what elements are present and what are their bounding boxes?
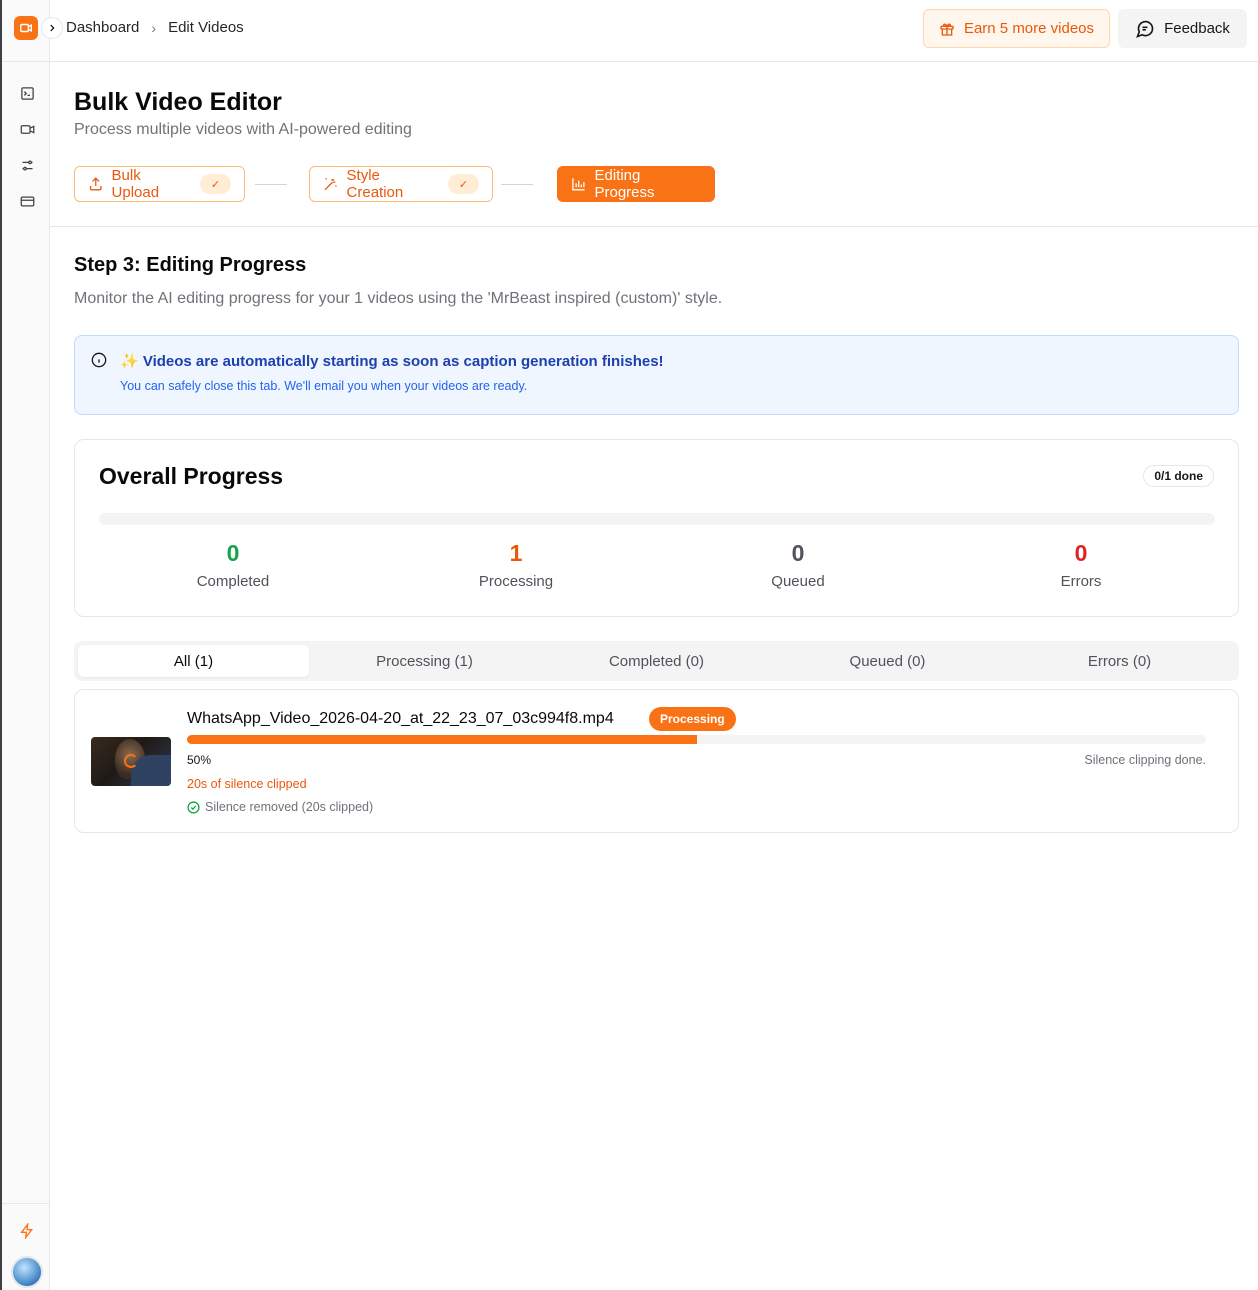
step-bulk-upload[interactable]: Bulk Upload ✓ [74, 166, 245, 202]
rail-divider [2, 61, 50, 62]
feedback-button[interactable]: Feedback [1118, 9, 1247, 48]
info-icon [91, 352, 107, 368]
stat-queued: 0 Queued [698, 540, 898, 590]
status-badge: Processing [649, 707, 736, 731]
app-logo-icon[interactable] [14, 16, 38, 40]
gift-icon [940, 22, 954, 36]
info-alert: ✨ Videos are automatically starting as s… [74, 335, 1239, 415]
stat-processing: 1 Processing [416, 540, 616, 590]
video-thumbnail[interactable] [91, 737, 171, 786]
rail-divider-bottom [2, 1203, 50, 1204]
overall-progress-bar [99, 513, 1215, 525]
top-bar: Dashboard › Edit Videos Earn 5 more vide… [50, 0, 1258, 62]
check-icon: ✓ [199, 174, 231, 194]
step-description: Monitor the AI editing progress for your… [74, 290, 723, 307]
stat-errors: 0 Errors [981, 540, 1181, 590]
message-circle-icon [1136, 20, 1154, 38]
video-icon[interactable] [17, 119, 37, 139]
tab-queued[interactable]: Queued (0) [772, 645, 1003, 677]
step-label: Editing Progress [594, 167, 655, 201]
step-heading: Step 3: Editing Progress [74, 254, 307, 276]
bolt-icon[interactable] [17, 1221, 37, 1241]
expand-sidebar-button[interactable] [41, 17, 63, 39]
filter-tabs: All (1) Processing (1) Completed (0) Que… [74, 641, 1239, 681]
breadcrumb-current: Edit Videos [168, 19, 244, 36]
step-connector [255, 184, 287, 185]
step-connector [501, 184, 533, 185]
stat-value: 0 [1074, 540, 1088, 566]
overall-progress-card: Overall Progress 0/1 done 0 Completed 1 … [74, 439, 1239, 617]
tab-completed[interactable]: Completed (0) [541, 645, 772, 677]
check-circle-icon [187, 800, 200, 814]
tab-all[interactable]: All (1) [78, 645, 309, 677]
sidebar-rail [0, 0, 63, 1290]
stat-label: Processing [478, 573, 554, 590]
page-subtitle: Process multiple videos with AI-powered … [74, 121, 412, 138]
silence-removed-text: Silence removed (20s clipped) [205, 800, 374, 814]
silence-removed-row: Silence removed (20s clipped) [187, 800, 373, 814]
step-label: Style Creation [346, 167, 404, 201]
video-progress-fill [187, 735, 697, 744]
info-subtitle: You can safely close this tab. We'll ema… [120, 379, 528, 393]
stat-value: 0 [226, 540, 240, 566]
info-title: ✨ Videos are automatically starting as s… [120, 353, 664, 370]
page-header: Bulk Video Editor Process multiple video… [50, 62, 1258, 227]
earn-videos-label: Earn 5 more videos [963, 20, 1095, 37]
stat-label: Errors [1060, 573, 1102, 590]
video-status-text: Silence clipping done. [1084, 753, 1206, 767]
video-filename: WhatsApp_Video_2026-04-20_at_22_23_07_03… [187, 710, 614, 727]
video-progress-percent: 50% [187, 753, 212, 767]
stat-value: 1 [509, 540, 523, 566]
breadcrumb-dashboard[interactable]: Dashboard [66, 19, 139, 36]
chevron-right-icon [50, 24, 55, 32]
sliders-icon[interactable] [17, 155, 37, 175]
loading-spinner-icon [124, 754, 138, 768]
done-count-badge: 0/1 done [1143, 465, 1214, 487]
chevron-right-icon: › [151, 19, 157, 36]
magic-wand-icon [324, 178, 337, 191]
tab-errors[interactable]: Errors (0) [1004, 645, 1235, 677]
terminal-icon[interactable] [17, 83, 37, 103]
video-progress-bar [187, 735, 1206, 744]
stat-completed: 0 Completed [133, 540, 333, 590]
check-icon: ✓ [447, 174, 479, 194]
step-label: Bulk Upload [111, 167, 160, 201]
earn-videos-button[interactable]: Earn 5 more videos [923, 9, 1110, 48]
upload-icon [89, 177, 102, 191]
stat-value: 0 [791, 540, 805, 566]
avatar[interactable] [11, 1256, 43, 1288]
stat-label: Queued [771, 573, 825, 590]
overall-progress-title: Overall Progress [99, 463, 284, 489]
stat-label: Completed [196, 573, 270, 590]
tab-processing[interactable]: Processing (1) [309, 645, 540, 677]
page-title: Bulk Video Editor [74, 88, 282, 116]
credit-card-icon[interactable] [17, 191, 37, 211]
silence-clipped-text: 20s of silence clipped [187, 777, 307, 791]
bar-chart-icon [572, 178, 585, 191]
feedback-label: Feedback [1164, 20, 1230, 37]
step-style-creation[interactable]: Style Creation ✓ [309, 166, 493, 202]
breadcrumb: Dashboard › Edit Videos [66, 19, 244, 36]
step-editing-progress[interactable]: Editing Progress [557, 166, 715, 202]
video-item: WhatsApp_Video_2026-04-20_at_22_23_07_03… [74, 689, 1239, 833]
